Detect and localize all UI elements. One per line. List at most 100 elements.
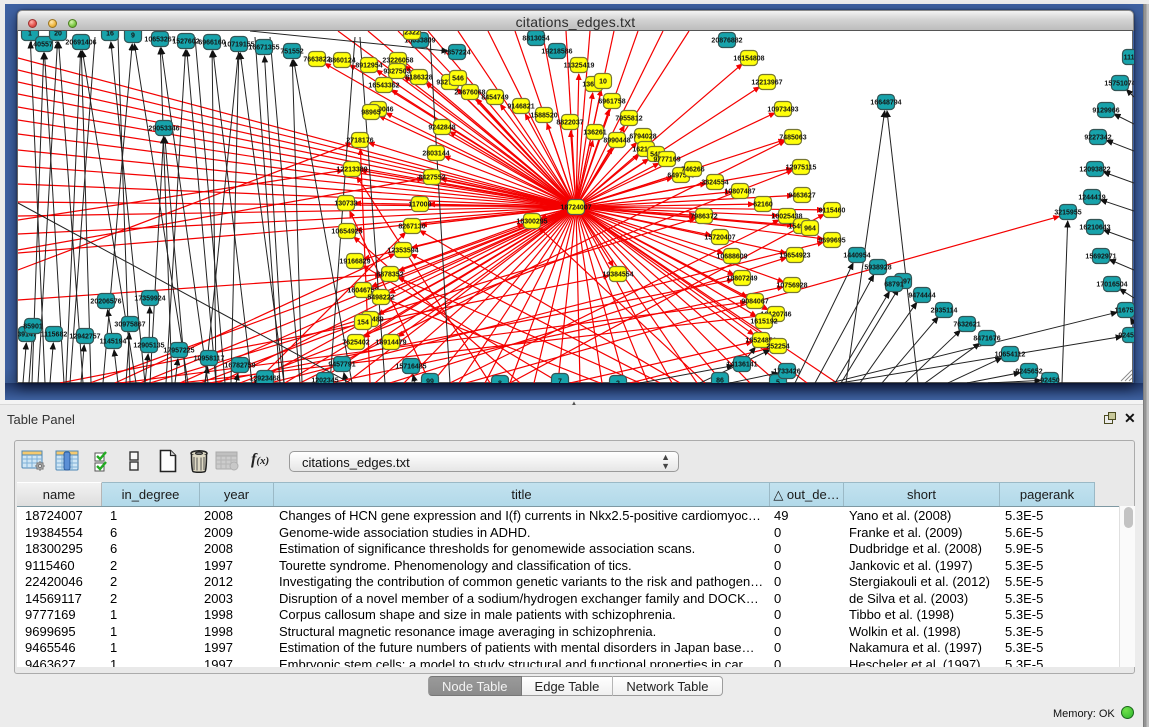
svg-text:17016504: 17016504 xyxy=(1096,282,1127,289)
svg-text:12905135: 12905135 xyxy=(133,343,164,350)
svg-text:19654923: 19654923 xyxy=(779,253,810,260)
svg-text:10756928: 10756928 xyxy=(776,283,807,290)
svg-text:8427552: 8427552 xyxy=(418,175,445,182)
svg-text:3215955: 3215955 xyxy=(1054,210,1081,217)
svg-text:9: 9 xyxy=(131,33,135,40)
svg-text:252254: 252254 xyxy=(766,344,789,351)
svg-text:17359924: 17359924 xyxy=(134,296,165,303)
svg-text:10654112: 10654112 xyxy=(995,352,1026,359)
svg-text:12213389: 12213389 xyxy=(336,167,367,174)
svg-text:6794028: 6794028 xyxy=(629,134,656,141)
svg-text:16: 16 xyxy=(106,31,114,38)
svg-text:12093822: 12093822 xyxy=(1079,167,1110,174)
svg-text:8267130: 8267130 xyxy=(398,224,425,231)
svg-text:6961758: 6961758 xyxy=(598,99,625,106)
svg-text:130733: 130733 xyxy=(334,201,357,208)
svg-text:11325419: 11325419 xyxy=(564,63,595,70)
svg-text:86: 86 xyxy=(716,378,724,384)
svg-text:1112: 1112 xyxy=(1124,55,1134,62)
svg-text:10807487: 10807487 xyxy=(724,189,755,196)
svg-text:9115460: 9115460 xyxy=(819,208,846,215)
svg-text:2: 2 xyxy=(616,381,620,384)
svg-text:1440954: 1440954 xyxy=(843,253,870,260)
svg-text:15751074: 15751074 xyxy=(1104,81,1134,88)
svg-text:2803144: 2803144 xyxy=(422,151,449,158)
svg-text:10654925: 10654925 xyxy=(331,229,362,236)
svg-text:10688609: 10688609 xyxy=(716,254,747,261)
svg-text:751552: 751552 xyxy=(280,49,303,56)
svg-text:5: 5 xyxy=(776,380,780,384)
svg-text:12975115: 12975115 xyxy=(786,165,817,172)
svg-text:117008: 117008 xyxy=(409,202,432,209)
svg-text:19218586: 19218586 xyxy=(541,49,572,56)
svg-text:16154808: 16154808 xyxy=(733,56,764,63)
svg-text:99: 99 xyxy=(426,379,434,384)
svg-text:9084067: 9084067 xyxy=(741,299,768,306)
svg-text:964: 964 xyxy=(804,226,816,233)
svg-text:7625402: 7625402 xyxy=(342,340,369,347)
svg-text:9699695: 9699695 xyxy=(818,238,845,245)
svg-text:16543362: 16543362 xyxy=(368,83,399,90)
svg-text:18724007: 18724007 xyxy=(560,205,591,212)
svg-text:8813054: 8813054 xyxy=(522,36,549,43)
svg-text:9777169: 9777169 xyxy=(653,157,680,164)
svg-text:9245652: 9245652 xyxy=(1015,369,1042,376)
svg-text:8471676: 8471676 xyxy=(973,336,1000,343)
svg-text:546: 546 xyxy=(452,76,464,83)
svg-text:7663822: 7663822 xyxy=(303,57,330,64)
svg-text:30975867: 30975867 xyxy=(114,322,145,329)
svg-text:1615192: 1615192 xyxy=(750,319,777,326)
svg-text:19384554: 19384554 xyxy=(602,272,633,279)
svg-text:1145194: 1145194 xyxy=(100,339,127,346)
svg-text:10973493: 10973493 xyxy=(767,107,798,114)
svg-text:7: 7 xyxy=(558,379,562,384)
svg-text:9463627: 9463627 xyxy=(788,193,815,200)
svg-text:17957225: 17957225 xyxy=(163,348,194,355)
svg-text:3824554: 3824554 xyxy=(701,180,728,187)
svg-text:5498222: 5498222 xyxy=(367,295,394,302)
svg-text:16210643: 16210643 xyxy=(1079,225,1110,232)
svg-text:20: 20 xyxy=(54,31,62,38)
svg-text:20876882: 20876882 xyxy=(711,38,742,45)
svg-text:2935114: 2935114 xyxy=(931,308,958,315)
svg-text:1244419: 1244419 xyxy=(1078,195,1105,202)
svg-text:12353594: 12353594 xyxy=(387,248,418,255)
svg-text:92450: 92450 xyxy=(1040,378,1060,384)
svg-text:29053346: 29053346 xyxy=(148,126,179,133)
svg-text:2718176: 2718176 xyxy=(346,138,373,145)
svg-text:8990448: 8990448 xyxy=(603,138,630,145)
svg-text:10653267: 10653267 xyxy=(144,37,175,44)
svg-text:136261: 136261 xyxy=(583,130,606,137)
svg-text:140557 2: 140557 2 xyxy=(29,42,58,49)
svg-text:154: 154 xyxy=(357,320,369,327)
svg-text:15692971: 15692971 xyxy=(1085,254,1116,261)
svg-text:18300295: 18300295 xyxy=(516,219,547,226)
svg-text:9457791: 9457791 xyxy=(328,362,355,369)
svg-text:10: 10 xyxy=(599,79,607,86)
svg-text:8822037: 8822037 xyxy=(556,120,583,127)
svg-text:746266: 746266 xyxy=(681,167,704,174)
svg-text:12942757: 12942757 xyxy=(69,334,100,341)
svg-text:7485063: 7485063 xyxy=(779,135,806,142)
svg-text:7955812: 7955812 xyxy=(615,116,642,123)
svg-text:2322: 2322 xyxy=(404,31,420,37)
svg-text:1202345: 1202345 xyxy=(311,378,338,384)
svg-text:6966160: 6966160 xyxy=(198,40,225,47)
svg-text:9227342: 9227342 xyxy=(1084,135,1111,142)
svg-text:16648794: 16648794 xyxy=(870,100,901,107)
svg-text:92450 2: 92450 2 xyxy=(1118,333,1134,340)
svg-text:116753: 116753 xyxy=(1115,308,1134,315)
svg-text:16914479: 16914479 xyxy=(375,340,406,347)
svg-text:68791: 68791 xyxy=(884,282,904,289)
svg-text:98965: 98965 xyxy=(361,110,381,117)
svg-text:8912954: 8912954 xyxy=(355,63,382,70)
svg-text:12213967: 12213967 xyxy=(751,80,782,87)
svg-text:8: 8 xyxy=(498,381,502,384)
svg-text:1733426: 1733426 xyxy=(773,369,800,376)
svg-text:15720407: 15720407 xyxy=(704,235,735,242)
svg-text:9242848: 9242848 xyxy=(428,125,455,132)
svg-text:8860124: 8860124 xyxy=(328,58,355,65)
svg-text:85901: 85901 xyxy=(23,324,43,331)
svg-text:10958117: 10958117 xyxy=(194,356,225,363)
svg-text:9474444: 9474444 xyxy=(908,293,935,300)
